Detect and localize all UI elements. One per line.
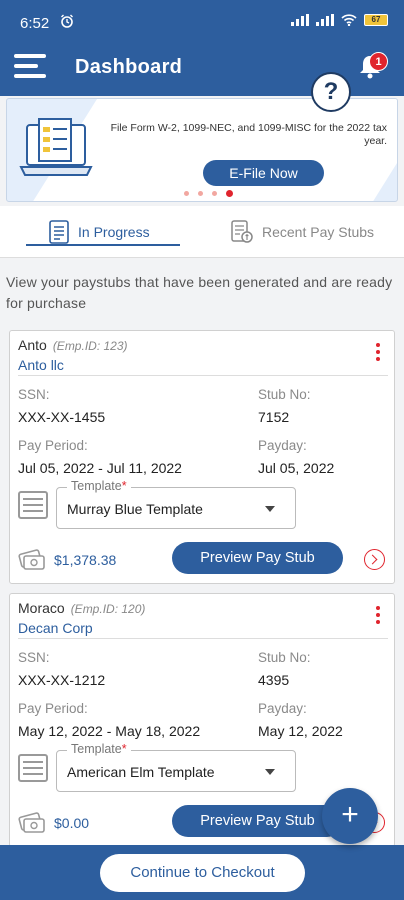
wifi-icon xyxy=(341,14,357,26)
company-name: Decan Corp xyxy=(18,620,93,636)
template-select[interactable]: Template* American Elm Template xyxy=(56,742,296,792)
continue-to-checkout-button[interactable]: Continue to Checkout xyxy=(100,854,305,892)
employee-id: (Emp.ID: 120) xyxy=(70,602,146,616)
banner-text: File Form W-2, 1099-NEC, and 1099-MISC f… xyxy=(110,122,387,147)
document-icon xyxy=(49,220,69,244)
template-label: Template* xyxy=(67,479,131,493)
signal-icon xyxy=(291,14,309,26)
laptop-form-icon xyxy=(19,118,93,176)
notification-badge: 1 xyxy=(369,52,388,71)
paystub-icon xyxy=(231,220,253,243)
battery-icon: 67 xyxy=(364,14,388,26)
carousel-dot-active[interactable] xyxy=(226,190,233,197)
carousel-dot[interactable] xyxy=(184,191,189,196)
bottom-bar: Continue to Checkout xyxy=(0,845,404,900)
intro-text: View your paystubs that have been genera… xyxy=(6,274,393,311)
template-icon xyxy=(18,491,48,519)
preview-pay-stub-button[interactable]: Preview Pay Stub xyxy=(172,805,343,837)
menu-icon[interactable] xyxy=(14,54,46,82)
payday-value: Jul 05, 2022 xyxy=(258,460,335,476)
more-options-icon[interactable] xyxy=(376,606,380,627)
pay-period-label: Pay Period: xyxy=(18,701,88,716)
status-bar: 6:52 67 xyxy=(0,0,404,46)
tab-recent-pay-stubs[interactable]: Recent Pay Stubs xyxy=(230,206,374,258)
carousel-dots xyxy=(184,190,233,197)
active-tab-indicator xyxy=(26,244,180,246)
template-icon xyxy=(18,754,48,782)
tab-in-progress[interactable]: In Progress xyxy=(48,206,150,258)
carousel-dot[interactable] xyxy=(212,191,217,196)
page-title: Dashboard xyxy=(75,56,183,78)
employee-name: Anto (Emp.ID: 123) xyxy=(18,337,128,353)
chevron-right-icon[interactable] xyxy=(364,549,385,570)
template-value: American Elm Template xyxy=(67,764,215,780)
ssn-label: SSN: xyxy=(18,650,50,665)
signal-icon xyxy=(316,14,334,26)
carousel-dot[interactable] xyxy=(198,191,203,196)
stub-no-value: 7152 xyxy=(258,409,290,425)
tab-bar: In Progress Recent Pay Stubs xyxy=(0,206,404,258)
tab-label: In Progress xyxy=(78,224,150,240)
tab-label: Recent Pay Stubs xyxy=(262,224,375,240)
ssn-label: SSN: xyxy=(18,387,50,402)
template-value: Murray Blue Template xyxy=(67,501,203,517)
efile-now-button[interactable]: E-File Now xyxy=(203,160,324,186)
more-options-icon[interactable] xyxy=(376,343,380,364)
main-content: File Form W-2, 1099-NEC, and 1099-MISC f… xyxy=(0,96,404,845)
status-time: 6:52 xyxy=(20,15,50,32)
cash-icon xyxy=(18,549,45,570)
efile-banner[interactable]: File Form W-2, 1099-NEC, and 1099-MISC f… xyxy=(6,98,398,202)
paystub-amount: $0.00 xyxy=(54,815,90,831)
dropdown-caret-icon xyxy=(265,769,275,775)
paystub-card[interactable]: Anto (Emp.ID: 123) Anto llc SSN: XXX-XX-1… xyxy=(9,330,395,584)
ssn-value: XXX-XX-1212 xyxy=(18,672,106,688)
help-button[interactable]: ? xyxy=(311,72,351,112)
stub-no-label: Stub No: xyxy=(258,650,311,665)
employee-id: (Emp.ID: 123) xyxy=(52,339,128,353)
ssn-value: XXX-XX-1455 xyxy=(18,409,106,425)
add-button[interactable]: + xyxy=(322,788,378,844)
status-icons: 67 xyxy=(291,14,388,26)
payday-label: Payday: xyxy=(258,701,307,716)
paystub-amount: $1,378.38 xyxy=(54,552,117,568)
payday-value: May 12, 2022 xyxy=(258,723,343,739)
company-name: Anto llc xyxy=(18,357,64,373)
employee-name: Moraco (Emp.ID: 120) xyxy=(18,600,146,616)
stub-no-label: Stub No: xyxy=(258,387,311,402)
template-select[interactable]: Template* Murray Blue Template xyxy=(56,479,296,529)
dropdown-caret-icon xyxy=(265,506,275,512)
payday-label: Payday: xyxy=(258,438,307,453)
preview-pay-stub-button[interactable]: Preview Pay Stub xyxy=(172,542,343,574)
alarm-icon xyxy=(60,14,74,33)
pay-period-value: May 12, 2022 - May 18, 2022 xyxy=(18,723,201,739)
pay-period-value: Jul 05, 2022 - Jul 11, 2022 xyxy=(18,460,182,476)
pay-period-label: Pay Period: xyxy=(18,438,88,453)
stub-no-value: 4395 xyxy=(258,672,290,688)
cash-icon xyxy=(18,812,45,833)
template-label: Template* xyxy=(67,742,131,756)
